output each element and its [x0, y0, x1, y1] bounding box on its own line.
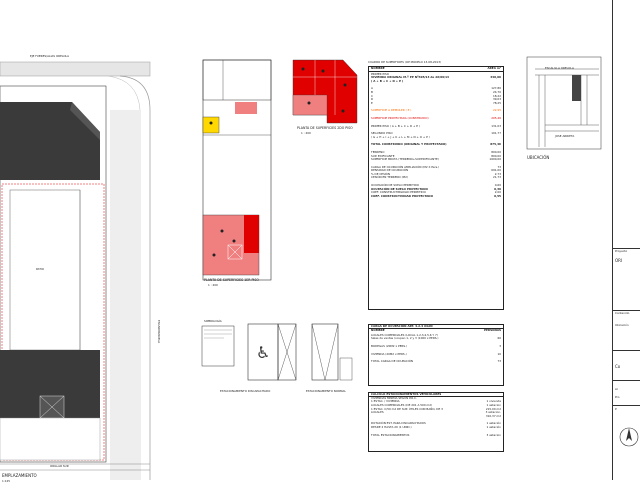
surface-row-label: TOTAL CONSTRUIDO (ORIGINAL Y PROYECTADO): [371, 142, 447, 147]
surface-row-value: 0,55: [494, 193, 501, 198]
surface-row: COEF. CONSTRUCTIVIDAD PROYECTADO 0,55: [371, 193, 501, 199]
surface-row: CESIÓN EN TERRENO (M2) 21,73: [371, 176, 501, 180]
surface-row: SUPERFICIE A DEMOLER ( E ) 22,95: [371, 109, 501, 113]
surface-row-label: SUPERFICIE PROYECTADA (CONSTRUIDO): [371, 115, 429, 120]
surface-row-value: 22,95: [492, 108, 501, 113]
surface-row-value: 205,46: [491, 115, 501, 120]
occupancy-table-body: LOCALES COMERCIALES (LOCAL 1,2,3,4,5,6 Y…: [369, 333, 503, 365]
title-block: Proyecto ORI Contenido Ubicación Co Ar P…: [612, 0, 640, 480]
occupancy-row: VIVIENDA (20M2 x PERS.) 10: [371, 351, 501, 357]
occupancy-row: BODEGAS (20M2 x PERS.) 3: [371, 345, 501, 349]
surface-row-label: SUPERFICIE A DEMOLER ( E ): [371, 108, 412, 113]
surface-table-header: CUADRO DE SUPERFICIES (OP MODELO 13-08-2…: [368, 60, 442, 64]
legend-label: SIMBOLOGÍA: [204, 319, 222, 323]
detail-drawings: ♿ SIMBOLOGÍA ESTACIONAMIENTO DISCAPACITA…: [200, 318, 360, 398]
title-field-ori: ORI: [615, 258, 623, 263]
title-field-content: Contenido: [615, 311, 630, 315]
surface-row-value: 101,77: [491, 131, 501, 136]
title-field-pro: Pro: [615, 395, 620, 399]
location-title: UBICACIÓN: [527, 155, 550, 160]
patio-label: PATIO: [36, 267, 44, 271]
site-plan-scale: 1:125: [2, 479, 11, 483]
surface-row-value: 340,00: [490, 75, 501, 80]
occupancy-row-value: 10: [497, 351, 501, 356]
occupancy-row-value: 73: [497, 359, 501, 364]
surface-row: TOTAL CONSTRUIDO (ORIGINAL Y PROYECTADO)…: [371, 143, 501, 147]
detail-drawings-svg: ♿: [201, 323, 353, 381]
occupancy-table: CARGA DE OCUPACIÓN ART. 4.2.4 OGUC NOMBR…: [368, 324, 504, 386]
surface-row-label: E: [371, 100, 373, 105]
occupancy-row: Salas de ventas (ocupan 1, 2 y 3 (1000 x…: [371, 337, 501, 341]
surface-row-value: 21,73: [492, 175, 501, 180]
surface-row: E 78,25: [371, 100, 501, 106]
surface-col-name: NOMBRE: [371, 66, 385, 70]
floor-plan-2-scale: 1 : 200: [301, 131, 311, 135]
occupancy-col-value: PERSONAS: [483, 328, 501, 333]
location-street-2: JOSE ARRIETA: [555, 134, 575, 138]
parking-row: DESDE 2 HASTA 20 (1 UNID.) 1 estación: [371, 426, 501, 430]
floor-plan-1-scale: 1 : 200: [208, 283, 218, 287]
location-street-1: ESCALILLA ORELOLA: [545, 66, 574, 70]
site-plan: EJE FUERES/ALIAS ORELOLA PATIO ESCARMANU…: [0, 50, 161, 483]
parking-row-value: 310,37 m2: [485, 413, 501, 418]
occupancy-row-value: 60: [497, 336, 501, 341]
street-south-label: ORILLAR SUR: [50, 464, 69, 468]
surface-row-label: CESIÓN EN TERRENO (M2): [371, 175, 408, 180]
parking-table-body: 1 ESTAC. / VIVIENDA 1 vivienda LOCALES COM…: [369, 400, 503, 437]
occupancy-row-label: BODEGAS (20M2 x PERS.): [371, 343, 408, 348]
floor-plan-1-drawing: [202, 59, 272, 281]
detail-note-1: ESTACIONAMIENTO DISCAPACITADO: [220, 389, 271, 393]
north-arrow-icon: [619, 427, 639, 447]
floor-plan-2: PLANTA DE SUPERFICIES 2DO PISO 1 : 200: [285, 55, 365, 145]
surface-row: SUPERFICIE PROYECTADA (CONSTRUIDO) 205,46: [371, 117, 501, 121]
occupancy-row-label: VIVIENDA (20M2 x PERS.): [371, 351, 407, 356]
parking-row-value: 1 estación: [486, 424, 501, 429]
parking-row-label: TOTAL ESTACIONAMIENTOS: [371, 432, 410, 437]
surface-row-label: ( G + H + I + J + K + L + M + N + O + P …: [371, 134, 430, 139]
floor-plan-2-drawing: [292, 59, 358, 124]
occupancy-row-label: TOTAL CARGA DE OCUPACIÓN: [371, 359, 413, 364]
surface-col-area: AREA m²: [487, 66, 501, 70]
surface-row-label: SUPERFICIE BRUTA (TERRENO+SUP.EDIFICANTE…: [371, 157, 439, 162]
site-plan-title: EMPLAZAMIENTO: [2, 473, 37, 478]
surface-row-label: PRIMER PISO ( A + B + C + D + E ): [371, 123, 420, 128]
surface-row: ( G + H + I + J + K + L + M + N + O + P …: [371, 134, 501, 140]
surface-row-value: 1600,00: [489, 157, 501, 162]
detail-note-2: ESTACIONAMIENTO NORMAL: [306, 389, 346, 393]
surface-row-label: ( A + B + C + D + E ): [371, 78, 404, 83]
parking-row: 310,37 m2: [371, 413, 501, 419]
svg-text:♿: ♿: [256, 343, 270, 362]
parking-row-label: DESDE 2 HASTA 20 (1 UNID.): [371, 424, 412, 429]
title-field-p: P: [615, 407, 617, 411]
street-east-label: ESCARMANUELA: [157, 320, 161, 344]
parking-row-value: 3 estacion: [486, 432, 501, 437]
occupancy-row-value: 3: [499, 343, 501, 348]
street-north-label: EJE FUERES/ALIAS ORELOLA: [30, 54, 70, 58]
surface-table: NOMBRE AREA m² PRIMER PISO VIVIENDA ORIGI…: [368, 66, 504, 310]
site-plan-drawing: [0, 61, 151, 480]
occupancy-row-label: Salas de ventas (ocupan 1, 2 y 3 (1000 x…: [371, 336, 439, 341]
parking-row-label: LOCALES: [371, 410, 384, 415]
surface-row: ( A + B + C + D + E ): [371, 78, 501, 84]
title-field-project: Proyecto: [615, 249, 628, 253]
surface-row-label: COEF. CONSTRUCTIVIDAD PROYECTADO: [371, 193, 434, 198]
parking-table: CÁLCULO ESTACIONAMIENTOS VEHICULARES VIV…: [368, 392, 504, 452]
floor-plan-1: PLANTA DE SUPERFICIES 1ER PISO 1 : 200: [198, 55, 278, 295]
surface-row-value: 131,03: [491, 123, 501, 128]
parking-row: TOTAL ESTACIONAMIENTOS 3 estacion: [371, 432, 501, 438]
location-map: ESCALILLA ORELOLA JOSE ARRIETA UBICACIÓN: [525, 55, 605, 165]
title-field-location: Ubicación: [615, 323, 629, 327]
surface-row: SUPERFICIE BRUTA (TERRENO+SUP.EDIFICANTE…: [371, 158, 501, 162]
occupancy-row: TOTAL CARGA DE OCUPACIÓN 73: [371, 360, 501, 364]
surface-row-value: 78,25: [492, 100, 501, 105]
surface-table-body: PRIMER PISO VIVIENDA ORIGINAL M.º PP Nº30…: [369, 72, 503, 200]
title-field-ar: Ar: [615, 387, 619, 391]
surface-row: PRIMER PISO ( A + B + C + D + E ) 131,03: [371, 123, 501, 129]
title-field-co: Co: [615, 364, 621, 369]
surface-row-value: 875,46: [490, 142, 501, 147]
